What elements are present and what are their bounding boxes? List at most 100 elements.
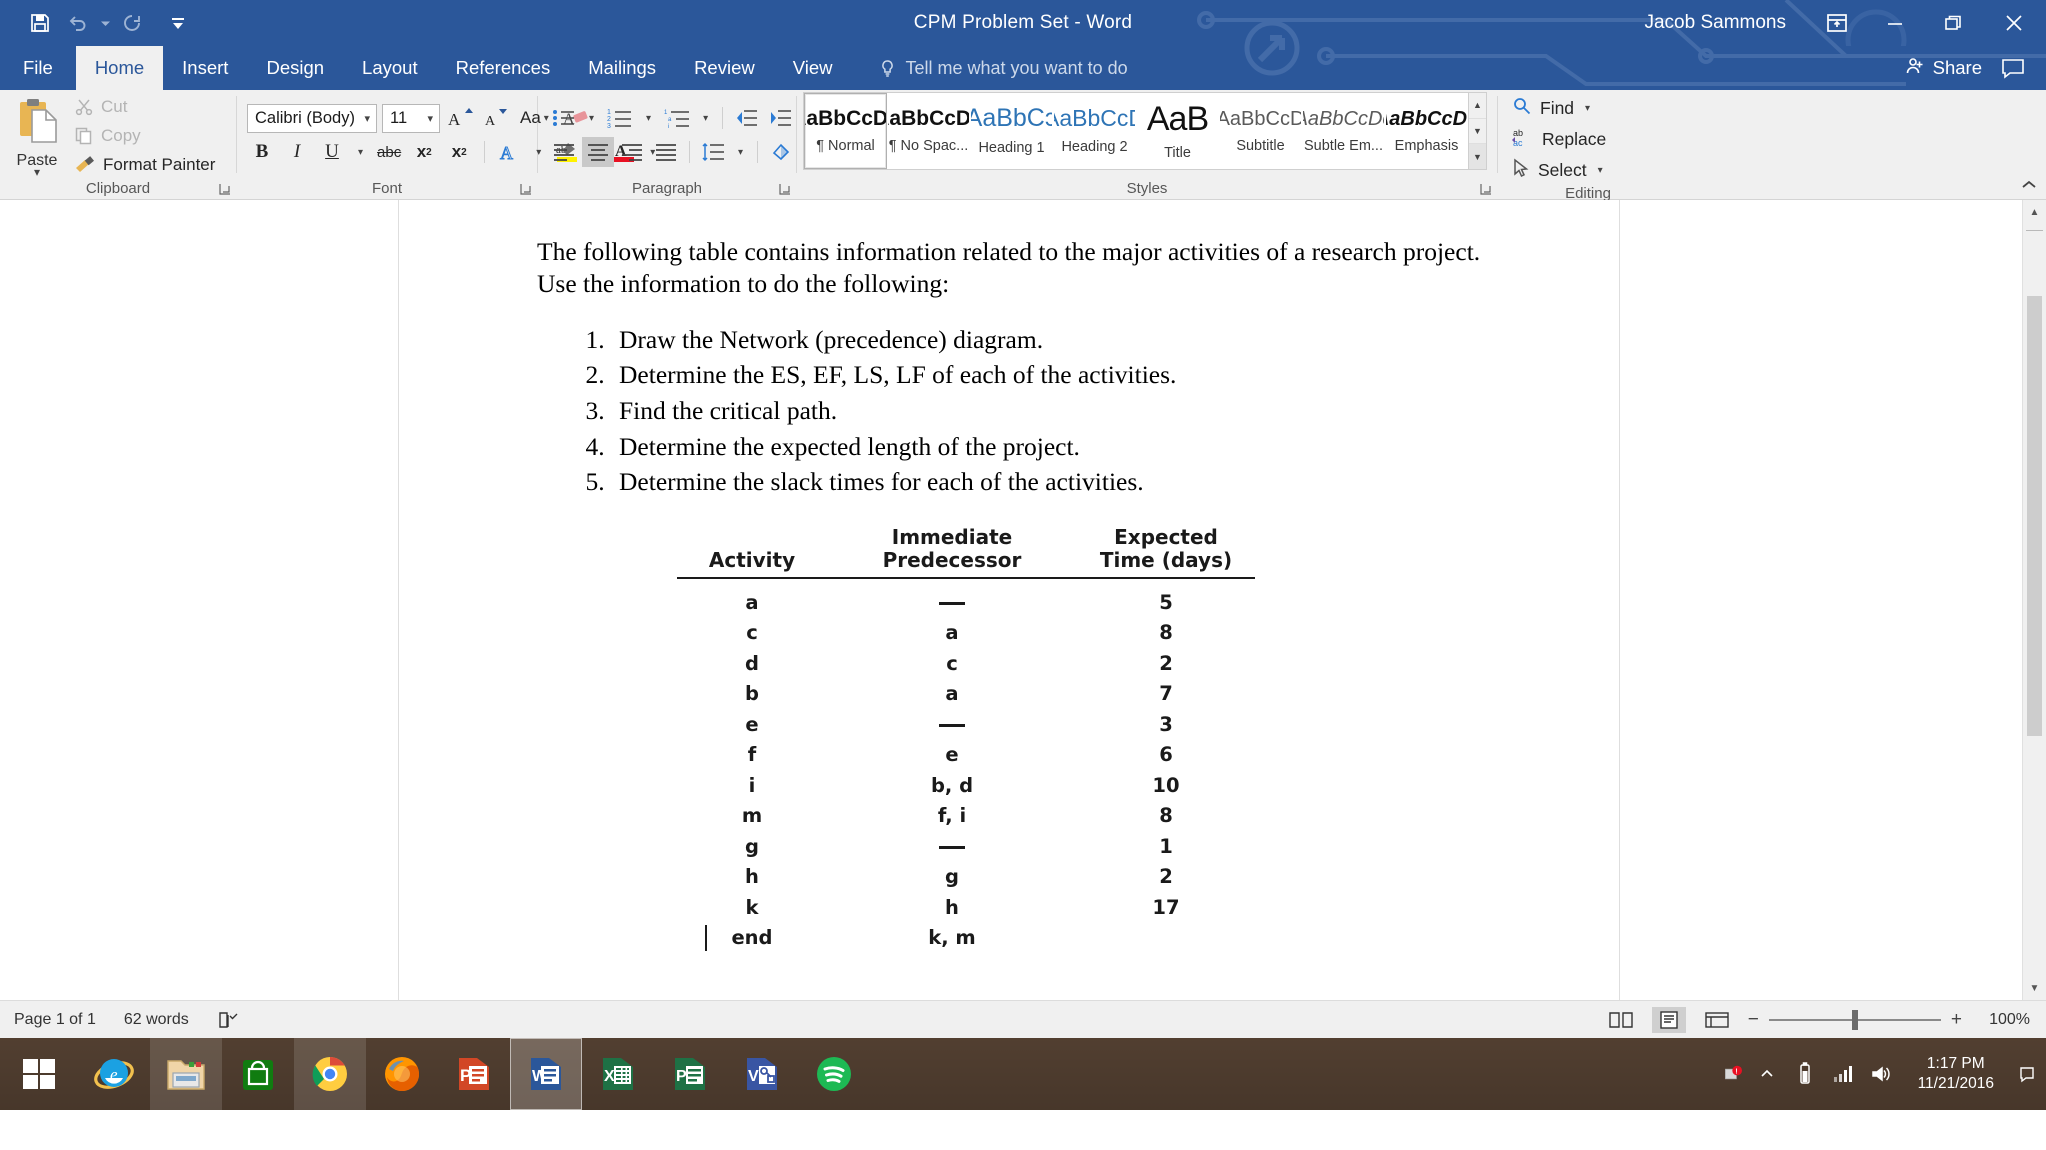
customize-quick-access-icon[interactable] [160, 6, 196, 40]
tab-file[interactable]: File [0, 46, 76, 90]
taskbar-word[interactable]: W [510, 1038, 582, 1110]
ribbon-display-options-icon[interactable] [1808, 0, 1866, 46]
justify-icon[interactable] [650, 137, 682, 167]
undo-dropdown-icon[interactable] [98, 6, 112, 40]
zoom-in-button[interactable]: + [1951, 1009, 1962, 1031]
taskbar-visio[interactable]: V [726, 1038, 798, 1110]
bullets-dropdown-icon[interactable]: ▾ [582, 103, 601, 133]
read-mode-icon[interactable] [1604, 1007, 1638, 1033]
numbering-icon[interactable]: 1 2 3 [603, 103, 637, 133]
line-spacing-dropdown-icon[interactable]: ▾ [731, 137, 750, 167]
style-subtitle[interactable]: AaBbCcD Subtitle [1219, 93, 1302, 169]
bullets-icon[interactable] [548, 103, 580, 133]
taskbar-store[interactable] [222, 1038, 294, 1110]
underline-dropdown-icon[interactable]: ▾ [352, 137, 369, 167]
tab-layout[interactable]: Layout [343, 46, 437, 90]
tab-insert[interactable]: Insert [163, 46, 247, 90]
format-painter-button[interactable]: Format Painter [74, 151, 215, 178]
close-icon[interactable] [1982, 0, 2046, 46]
select-button[interactable]: Select ▾ [1512, 155, 1606, 185]
zoom-slider[interactable]: − + [1748, 1009, 1962, 1031]
undo-icon[interactable] [60, 6, 96, 40]
save-icon[interactable] [22, 6, 58, 40]
restore-icon[interactable] [1924, 0, 1982, 46]
page-count[interactable]: Page 1 of 1 [14, 1011, 96, 1029]
font-name-combo[interactable]: Calibri (Body) ▾ [247, 103, 377, 133]
taskbar-powerpoint[interactable]: P [438, 1038, 510, 1110]
scroll-down-icon[interactable]: ▼ [2023, 976, 2046, 1000]
zoom-handle[interactable] [1851, 1009, 1858, 1030]
tab-design[interactable]: Design [247, 46, 343, 90]
tab-references[interactable]: References [437, 46, 570, 90]
style-heading-1[interactable]: AaBbCɔ Heading 1 [970, 93, 1053, 169]
share-button[interactable]: Share [1905, 46, 2000, 90]
user-account-name[interactable]: Jacob Sammons [1644, 12, 1808, 34]
taskbar-firefox[interactable] [366, 1038, 438, 1110]
find-dropdown-icon[interactable]: ▾ [1582, 103, 1593, 114]
tab-mailings[interactable]: Mailings [569, 46, 675, 90]
style-no-spacing[interactable]: AaBbCcDc ¶ No Spac... [887, 93, 970, 169]
paste-button[interactable]: Paste ▾ [6, 96, 68, 178]
increase-indent-icon[interactable] [764, 103, 796, 133]
find-button[interactable]: Find ▾ [1512, 93, 1606, 123]
multilevel-dropdown-icon[interactable]: ▾ [696, 103, 715, 133]
paragraph-dialog-launcher-icon[interactable] [778, 182, 792, 196]
taskbar-publisher[interactable]: P [654, 1038, 726, 1110]
zoom-track[interactable] [1768, 1009, 1941, 1030]
decrease-indent-icon[interactable] [730, 103, 762, 133]
volume-icon[interactable] [1868, 1059, 1894, 1089]
align-center-icon[interactable] [582, 137, 614, 167]
align-left-icon[interactable] [548, 137, 580, 167]
split-handle[interactable] [2026, 230, 2043, 231]
action-center-icon[interactable] [2018, 1054, 2036, 1094]
numbering-dropdown-icon[interactable]: ▾ [639, 103, 658, 133]
taskbar-internet-explorer[interactable]: e [78, 1038, 150, 1110]
collapse-ribbon-icon[interactable] [2020, 178, 2038, 195]
taskbar-excel[interactable]: X [582, 1038, 654, 1110]
scrollbar-thumb[interactable] [2027, 296, 2042, 736]
zoom-out-button[interactable]: − [1748, 1009, 1759, 1031]
underline-button[interactable]: U [317, 137, 347, 167]
font-name-dropdown-icon[interactable]: ▾ [360, 112, 374, 125]
document-page[interactable]: The following table contains information… [398, 200, 1620, 1000]
word-count[interactable]: 62 words [124, 1011, 189, 1029]
tab-home[interactable]: Home [75, 46, 164, 90]
font-size-combo[interactable]: 11 ▾ [382, 103, 440, 133]
paste-dropdown-icon[interactable]: ▾ [34, 166, 40, 178]
minimize-icon[interactable] [1866, 0, 1924, 46]
redo-icon[interactable] [114, 6, 150, 40]
select-dropdown-icon[interactable]: ▾ [1595, 165, 1606, 176]
copy-button[interactable]: Copy [74, 122, 215, 149]
tab-review[interactable]: Review [675, 46, 774, 90]
taskbar-spotify[interactable] [798, 1038, 870, 1110]
tell-me-search[interactable]: Tell me what you want to do [878, 46, 1128, 90]
style-title[interactable]: AaB Title [1136, 93, 1219, 169]
network-icon[interactable] [1830, 1059, 1856, 1089]
comments-icon[interactable] [2000, 46, 2046, 90]
cut-button[interactable]: Cut [74, 93, 215, 120]
shading-icon[interactable] [765, 137, 797, 167]
scroll-up-icon[interactable]: ▲ [2023, 200, 2046, 224]
taskbar-chrome[interactable] [294, 1038, 366, 1110]
vertical-scrollbar[interactable]: ▲ ▼ [2022, 200, 2046, 1000]
italic-button[interactable]: I [282, 137, 312, 167]
font-dialog-launcher-icon[interactable] [519, 182, 533, 196]
battery-icon[interactable] [1792, 1059, 1818, 1089]
style-heading-2[interactable]: AaBbCcD Heading 2 [1053, 93, 1136, 169]
start-button[interactable] [0, 1038, 78, 1110]
style-subtle-emphasis[interactable]: AaBbCcDc Subtle Em... [1302, 93, 1385, 169]
taskbar-clock[interactable]: 1:17 PM 11/21/2016 [1906, 1054, 2006, 1094]
style-normal[interactable]: AaBbCcDc ¶ Normal [804, 93, 887, 169]
document-content[interactable]: The following table contains information… [399, 200, 1619, 953]
styles-scroll-down-icon[interactable]: ▼ [1469, 119, 1486, 145]
multilevel-list-icon[interactable]: 1 a i [660, 103, 694, 133]
styles-scroll-up-icon[interactable]: ▲ [1469, 93, 1486, 119]
bold-button[interactable]: B [247, 137, 277, 167]
grow-font-icon[interactable]: A [445, 103, 477, 133]
replace-button[interactable]: ab ac Replace [1512, 124, 1606, 154]
proofing-errors-icon[interactable] [217, 1010, 239, 1030]
styles-dialog-launcher-icon[interactable] [1479, 182, 1493, 196]
styles-more-icon[interactable]: ▼ [1469, 144, 1486, 170]
strikethrough-button[interactable]: abc [374, 137, 404, 167]
clipboard-dialog-launcher-icon[interactable] [218, 182, 232, 196]
